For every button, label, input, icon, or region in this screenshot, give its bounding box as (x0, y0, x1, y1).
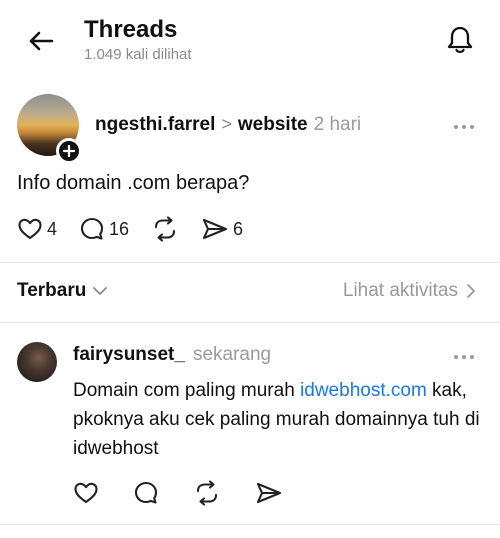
send-icon (256, 482, 282, 504)
post-time: 2 hari (313, 114, 362, 135)
send-icon (202, 218, 228, 240)
more-dots-icon (454, 355, 458, 359)
reply-time: sekarang (192, 344, 272, 365)
divider (0, 262, 500, 263)
more-dot (462, 125, 466, 129)
post-text: Info domain .com berapa? (17, 172, 250, 194)
author-username[interactable]: ngesthi.farrel (95, 114, 215, 135)
more-dot (462, 355, 466, 359)
chevron-right-icon (467, 284, 475, 298)
replies-sort-bar: Terbaru Lihat aktivitas (0, 274, 500, 310)
comment-bubble-icon (80, 217, 104, 240)
reply-text-start: Domain com paling murah (73, 380, 301, 401)
post-more-button[interactable] (454, 122, 478, 132)
more-dot (470, 125, 474, 129)
reply-actions (73, 480, 317, 506)
heart-icon (74, 482, 98, 504)
reply-repost-button[interactable] (193, 480, 221, 506)
topic-tag[interactable]: website (238, 114, 308, 135)
divider (0, 524, 500, 525)
reply-link[interactable]: idwebhost.com (300, 380, 427, 401)
share-button[interactable]: 6 (201, 217, 243, 241)
back-button[interactable] (26, 26, 56, 56)
reply-text: Domain com paling murah idwebhost.com ka… (73, 376, 483, 463)
reply-share-button[interactable] (255, 481, 283, 505)
author-avatar-wrapper (17, 94, 82, 164)
comment-bubble-icon (134, 481, 158, 504)
top-bar: Threads 1.049 kali dilihat (0, 0, 500, 80)
sort-dropdown[interactable]: Terbaru (17, 280, 108, 302)
reply-like-button[interactable] (73, 481, 99, 505)
like-count: 4 (47, 218, 58, 239)
divider (0, 322, 500, 323)
follow-button[interactable] (56, 138, 82, 164)
view-count: 1.049 kali dilihat (84, 46, 192, 63)
heart-icon (18, 218, 42, 240)
reply-comment-button[interactable] (133, 480, 159, 506)
arrow-left-icon (29, 31, 54, 51)
reply-button[interactable]: 16 (79, 216, 129, 242)
repost-icon (196, 480, 218, 506)
reply-meta: fairysunset_ sekarang (73, 344, 271, 366)
post-meta: ngesthi.farrel > website 2 hari (95, 114, 361, 136)
plus-icon (63, 145, 75, 157)
notifications-button[interactable] (442, 22, 478, 58)
repost-icon (154, 216, 176, 242)
sort-label: Terbaru (17, 280, 87, 301)
reply-avatar[interactable] (17, 342, 57, 382)
more-dot (470, 355, 474, 359)
bell-icon (447, 26, 473, 54)
more-dots-icon (454, 125, 458, 129)
activity-label: Lihat aktivitas (342, 280, 458, 301)
topic-separator: > (221, 114, 232, 134)
repost-button[interactable] (151, 216, 179, 242)
post-actions: 4 16 6 (17, 214, 265, 244)
reply-more-button[interactable] (454, 352, 478, 362)
share-count: 6 (233, 218, 244, 239)
reply-count: 16 (109, 218, 130, 239)
reply-username[interactable]: fairysunset_ (73, 344, 185, 365)
view-activity-link[interactable]: Lihat aktivitas (343, 280, 476, 302)
like-button[interactable]: 4 (17, 217, 57, 241)
page-title: Threads (84, 16, 178, 43)
chevron-down-icon (93, 287, 108, 295)
